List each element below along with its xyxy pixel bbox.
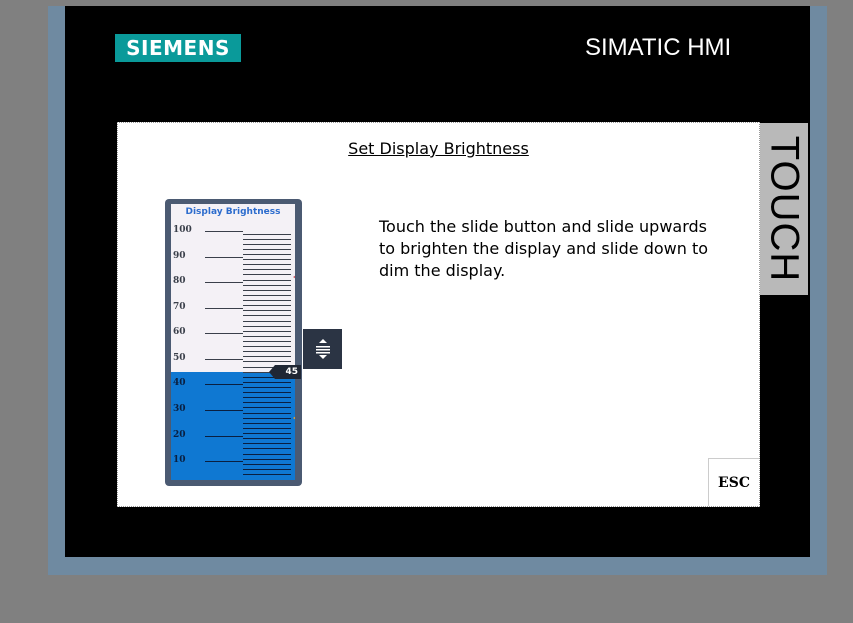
minor-tick — [243, 448, 291, 450]
minor-tick — [243, 259, 291, 261]
minor-tick — [243, 351, 291, 353]
hmi-screen: Set Display Brightness Touch the slide b… — [117, 122, 760, 507]
tick-label: 70 — [173, 301, 186, 312]
minor-tick — [243, 433, 291, 435]
tick-line — [205, 410, 243, 412]
minor-tick — [243, 310, 291, 312]
minor-tick — [243, 279, 291, 281]
minor-tick — [243, 330, 291, 332]
minor-tick — [243, 458, 291, 460]
minor-tick — [243, 346, 291, 348]
page-title: Set Display Brightness — [348, 139, 529, 158]
tick-line — [205, 384, 243, 386]
touch-side-label: TOUCH — [760, 123, 808, 295]
brand-title: SIMATIC HMI — [585, 34, 732, 61]
minor-tick — [243, 443, 291, 445]
tick-line — [205, 333, 243, 335]
minor-tick — [243, 387, 291, 389]
minor-tick — [243, 325, 291, 327]
brightness-slider[interactable]: Display Brightness 100 90 80 70 60 50 40 30 20 10… — [165, 199, 302, 486]
tick-label: 100 — [173, 225, 192, 235]
minor-tick — [243, 340, 291, 342]
minor-tick — [243, 402, 291, 404]
minor-tick — [243, 381, 291, 383]
minor-tick — [243, 422, 291, 424]
minor-tick — [243, 233, 291, 235]
tick-label: 90 — [173, 250, 186, 261]
minor-tick — [243, 320, 291, 322]
slider-track[interactable]: Display Brightness 100 90 80 70 60 50 40 30 20 10 — [171, 204, 295, 480]
esc-button[interactable]: ESC — [708, 458, 759, 506]
minor-tick — [243, 284, 291, 286]
tick-label: 10 — [173, 455, 186, 466]
tick-line — [205, 461, 243, 463]
minor-tick — [243, 243, 291, 245]
slider-handle-button[interactable] — [303, 329, 342, 369]
minor-tick — [243, 417, 291, 419]
minor-tick — [243, 254, 291, 256]
minor-tick — [243, 248, 291, 250]
minor-tick — [243, 397, 291, 399]
tick-line — [205, 256, 243, 258]
touch-label-text: TOUCH — [762, 135, 807, 283]
minor-tick — [243, 269, 291, 271]
tick-line — [205, 435, 243, 437]
minor-tick — [243, 427, 291, 429]
minor-tick — [243, 361, 291, 363]
lower-limit-marker — [293, 412, 295, 423]
minor-tick — [243, 438, 291, 440]
minor-tick — [243, 264, 291, 266]
minor-tick — [243, 289, 291, 291]
upper-limit-marker — [293, 272, 295, 283]
tick-line — [205, 307, 243, 309]
tick-label: 80 — [173, 276, 186, 287]
minor-tick — [243, 294, 291, 296]
minor-tick — [243, 315, 291, 317]
minor-tick — [243, 335, 291, 337]
tick-label: 20 — [173, 429, 186, 440]
minor-tick — [243, 468, 291, 470]
minor-tick — [243, 407, 291, 409]
tick-line — [205, 231, 243, 232]
minor-tick — [243, 463, 291, 465]
minor-tick — [243, 356, 291, 358]
minor-tick — [243, 238, 291, 240]
minor-tick — [243, 300, 291, 302]
minor-tick — [243, 392, 291, 394]
siemens-logo: SIEMENS — [115, 34, 241, 62]
minor-tick — [243, 453, 291, 455]
minor-tick — [243, 412, 291, 414]
instruction-text: Touch the slide button and slide upwards… — [379, 217, 709, 280]
tick-line — [205, 282, 243, 284]
minor-tick — [243, 305, 291, 307]
tick-label: 40 — [173, 378, 186, 389]
tick-label: 30 — [173, 404, 186, 415]
slider-value-badge: 45 — [269, 364, 301, 379]
slider-label: Display Brightness — [185, 207, 281, 217]
tick-line — [205, 358, 243, 360]
tick-label: 60 — [173, 327, 186, 338]
slider-handle-icon — [315, 339, 330, 359]
minor-tick — [243, 474, 291, 475]
minor-tick — [243, 274, 291, 276]
tick-label: 50 — [173, 352, 186, 363]
